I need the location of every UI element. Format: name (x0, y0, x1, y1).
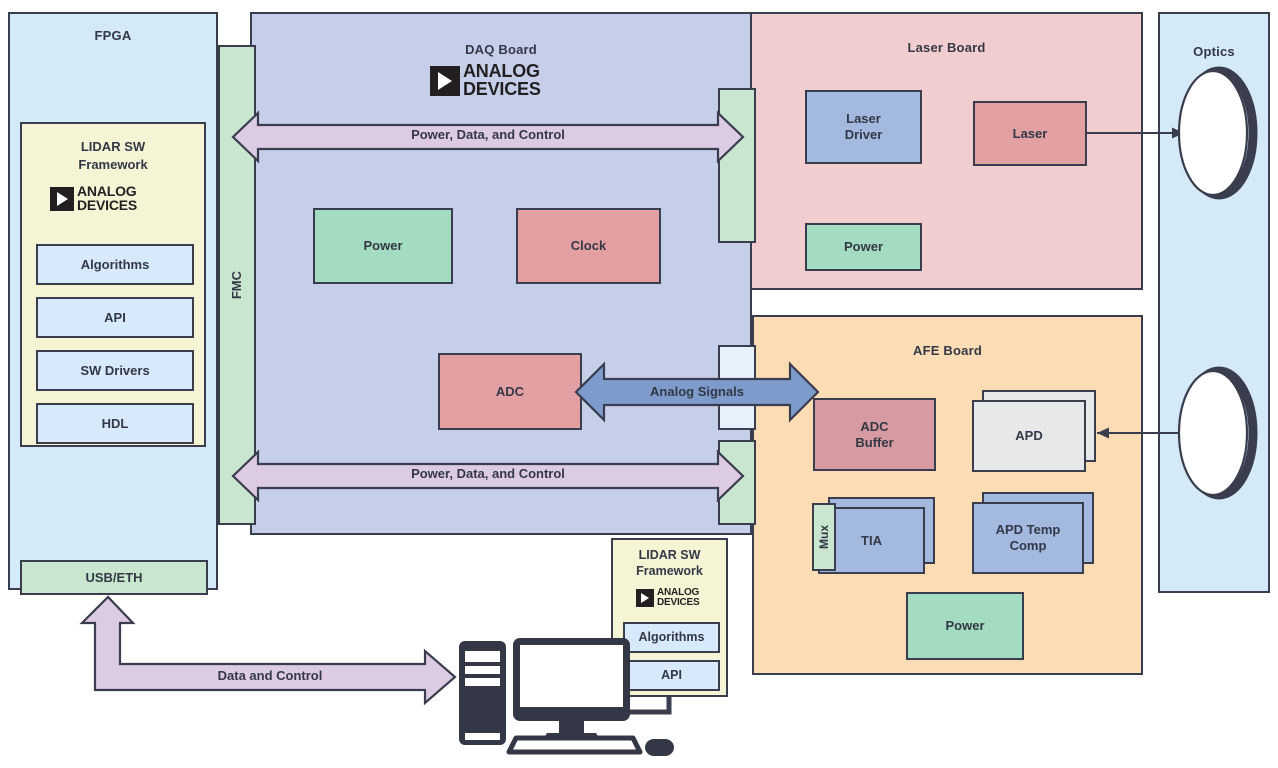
fmc-connector: FMC (218, 45, 256, 525)
daq-laser-connector-tab (718, 88, 756, 243)
board-optics: Optics (1158, 12, 1270, 593)
fpga-usb-eth: USB/ETH (20, 560, 208, 595)
fpga-sw-framework-title: LIDAR SW Framework (78, 139, 148, 172)
board-fpga-title: FPGA (94, 28, 132, 43)
fpga-sw-framework: LIDAR SW Framework ANALOG DEVICES Algori… (20, 122, 206, 447)
analog-devices-logo-pc: ANALOG DEVICES (636, 588, 700, 608)
pc-sw-framework: LIDAR SW Framework ANALOG DEVICES Algori… (611, 538, 728, 697)
fpga-sw-item-api[interactable]: API (36, 297, 194, 338)
afe-block-apd-temp-comp: APD Temp Comp (972, 502, 1084, 574)
board-laser-title: Laser Board (907, 40, 986, 55)
pc-sw-item-algorithms[interactable]: Algorithms (623, 622, 720, 653)
analog-devices-logo: ANALOG DEVICES (50, 183, 138, 213)
board-afe-title: AFE Board (913, 343, 982, 358)
connector-sw-framework-to-pc (600, 697, 672, 715)
analog-devices-triangle-icon (430, 65, 460, 96)
analog-devices-triangle-icon (50, 186, 74, 211)
afe-block-apd: APD (972, 400, 1086, 472)
analog-devices-logo-daq: ANALOG DEVICES (430, 61, 541, 99)
pc-sw-item-api[interactable]: API (623, 660, 720, 691)
daq-block-power: Power (313, 208, 453, 284)
afe-block-apd-temp-comp-stack: APD Temp Comp (972, 492, 1094, 574)
analog-devices-wordmark: ANALOG DEVICES (657, 587, 700, 608)
afe-block-power: Power (906, 592, 1024, 660)
laser-board-block-power: Power (805, 223, 922, 271)
board-optics-title: Optics (1193, 44, 1235, 59)
laser-board-block-laser: Laser (973, 101, 1087, 166)
arrow-label-power-data-control-top: Power, Data, and Control (411, 127, 565, 142)
afe-connector-mux: Mux (812, 503, 836, 571)
fmc-connector-label: FMC (229, 270, 245, 300)
pc-sw-framework-title: LIDAR SW Framework (636, 548, 703, 579)
arrow-data-and-control (79, 595, 457, 706)
fpga-sw-item-hdl[interactable]: HDL (36, 403, 194, 444)
arrow-label-analog-signals: Analog Signals (650, 384, 744, 399)
lidar-block-diagram: FPGA LIDAR SW Framework ANALOG DEVICES A… (0, 0, 1278, 768)
analog-devices-wordmark: ANALOG DEVICES (463, 61, 541, 99)
arrow-label-data-and-control: Data and Control (217, 668, 323, 683)
analog-devices-triangle-icon (636, 588, 654, 607)
analog-devices-wordmark: ANALOG DEVICES (77, 183, 138, 213)
daq-afe-connector-tab (718, 440, 756, 525)
afe-block-adc-buffer: ADC Buffer (813, 398, 936, 471)
afe-block-apd-stack: APD (972, 390, 1096, 472)
laser-board-block-laser-driver: Laser Driver (805, 90, 922, 164)
afe-connector-mux-label: Mux (816, 525, 831, 549)
arrow-label-power-data-control-bottom: Power, Data, and Control (411, 466, 565, 481)
fpga-sw-item-algorithms[interactable]: Algorithms (36, 244, 194, 285)
board-daq-title: DAQ Board (465, 42, 537, 57)
daq-block-adc: ADC (438, 353, 582, 430)
fpga-sw-item-sw-drivers[interactable]: SW Drivers (36, 350, 194, 391)
daq-block-clock: Clock (516, 208, 661, 284)
